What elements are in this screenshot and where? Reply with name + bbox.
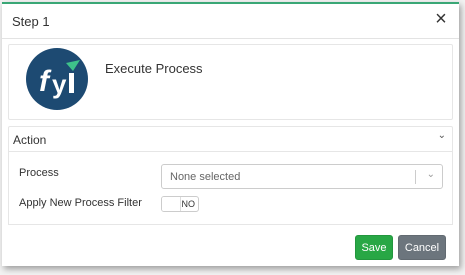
toggle-knob — [162, 197, 181, 211]
close-icon[interactable]: × — [433, 9, 449, 29]
chevron-down-icon[interactable]: ⌄ — [438, 130, 446, 141]
action-section-body: Process None selected ⌄ Apply New Proces… — [8, 151, 453, 225]
fyi-logo-icon: f y — [26, 48, 88, 110]
step-name: Execute Process — [105, 61, 203, 76]
process-select-value: None selected — [170, 171, 241, 183]
toggle-state: NO — [181, 199, 196, 209]
svg-text:y: y — [52, 69, 67, 99]
dialog-title: Step 1 — [12, 14, 50, 29]
step-dialog: Step 1 × f y Execute Process Action ⌄ Pr… — [2, 2, 459, 266]
process-label: Process — [19, 167, 59, 179]
step-info-panel: f y Execute Process — [8, 44, 453, 120]
select-divider — [415, 170, 416, 184]
process-filter-toggle[interactable]: NO — [161, 196, 199, 212]
action-section-header[interactable]: Action ⌄ — [8, 126, 453, 152]
save-button[interactable]: Save — [355, 235, 393, 260]
process-select[interactable]: None selected ⌄ — [161, 164, 443, 189]
filter-label: Apply New Process Filter — [19, 197, 142, 209]
action-section-label: Action — [13, 133, 47, 147]
chevron-down-icon[interactable]: ⌄ — [427, 169, 435, 180]
dialog-header: Step 1 × — [2, 4, 459, 39]
cancel-button[interactable]: Cancel — [398, 235, 446, 260]
